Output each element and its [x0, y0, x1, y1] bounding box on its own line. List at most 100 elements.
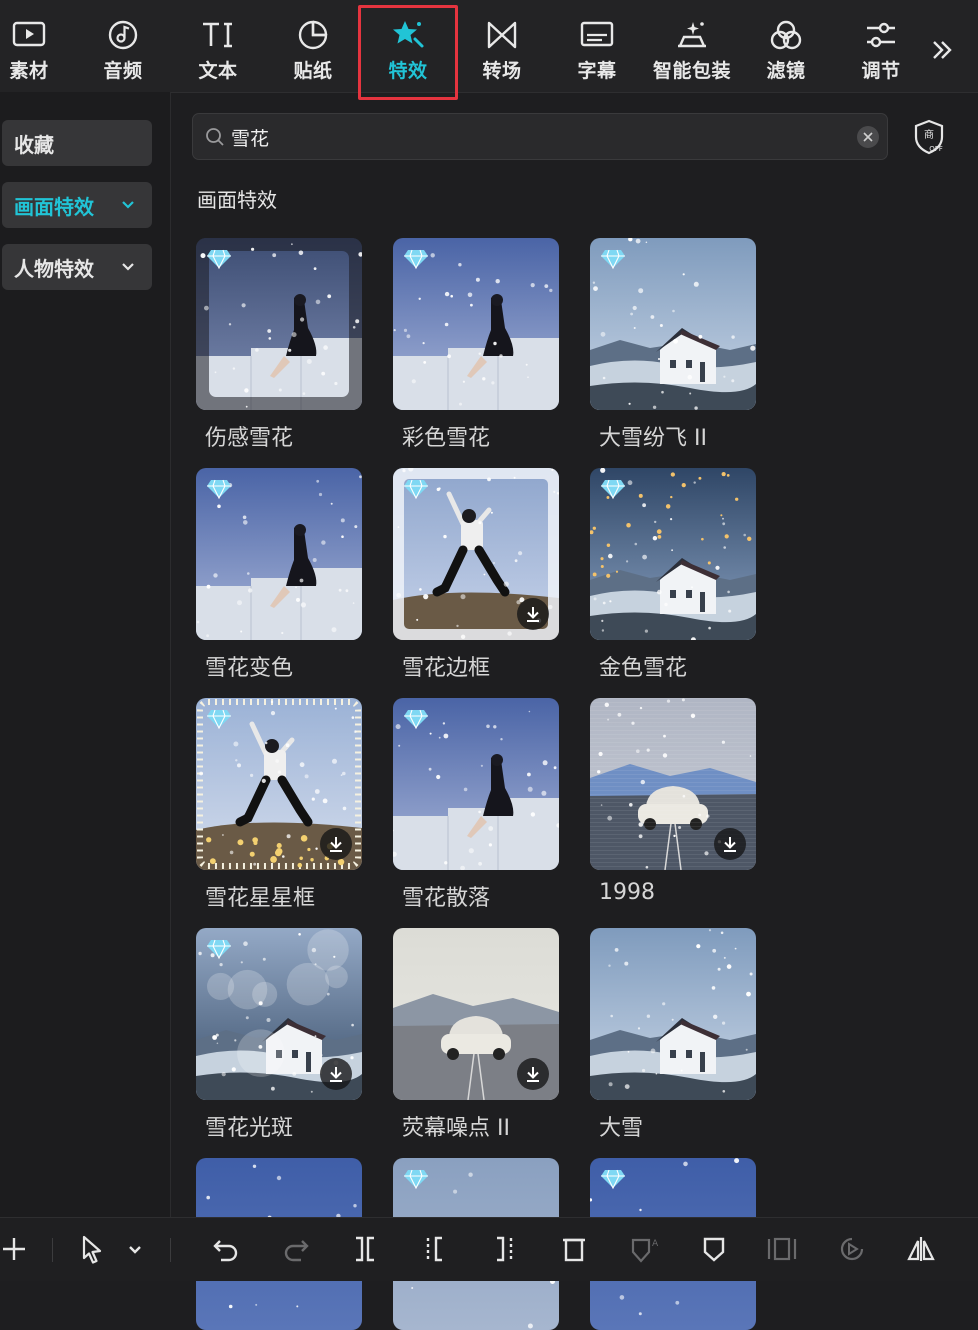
download-button[interactable]	[320, 1058, 352, 1090]
select-tool-button[interactable]	[76, 1232, 108, 1266]
delete-button[interactable]	[558, 1232, 590, 1266]
add-button[interactable]	[0, 1232, 30, 1266]
effect-card[interactable]: 彩色雪花	[393, 238, 559, 452]
audio-icon	[106, 18, 140, 52]
tab-label: 贴纸	[293, 60, 333, 82]
filter-icon	[769, 18, 803, 52]
download-button[interactable]	[320, 828, 352, 860]
media-icon	[12, 18, 46, 52]
effect-label: 荧幕噪点 II	[402, 1116, 510, 1141]
split-button[interactable]	[349, 1232, 381, 1266]
mirror-icon	[907, 1237, 935, 1261]
effect-thumbnail[interactable]	[393, 698, 559, 870]
effect-thumbnail[interactable]	[196, 468, 362, 640]
reverse-play-button[interactable]	[836, 1232, 868, 1266]
effect-card[interactable]: 荧幕噪点 II	[393, 928, 559, 1142]
download-button[interactable]	[517, 1058, 549, 1090]
effect-thumbnail[interactable]	[590, 238, 756, 410]
undo-icon	[213, 1240, 238, 1262]
effect-card[interactable]: 大雪	[590, 928, 756, 1142]
category-sidebar: 收藏 画面特效 人物特效	[0, 92, 171, 1217]
effect-thumbnail[interactable]	[196, 238, 362, 410]
tab-caption[interactable]: 字幕	[550, 0, 644, 92]
premium-diamond-icon	[404, 709, 428, 730]
effect-card[interactable]: 大雪纷飞 II	[590, 238, 756, 452]
effect-thumbnail[interactable]	[590, 698, 756, 870]
effect-card[interactable]: 1998	[590, 698, 756, 905]
tab-smart-package[interactable]: 智能包装	[645, 0, 739, 92]
split-left-button[interactable]	[419, 1232, 451, 1266]
download-icon	[330, 837, 342, 852]
effect-card[interactable]: 雪花星星框	[196, 698, 362, 912]
effect-card[interactable]: 雪花散落	[393, 698, 559, 912]
split-icon	[356, 1236, 374, 1262]
top-toolbar: 素材 音频 文本 贴纸 特效 转场 字幕 智能包装 滤镜 调节	[0, 0, 978, 100]
select-mode-dropdown[interactable]	[120, 1232, 150, 1266]
chevron-down-icon	[122, 263, 134, 271]
effect-card[interactable]: 雪花光斑	[196, 928, 362, 1142]
redo-button[interactable]	[280, 1232, 312, 1266]
premium-diamond-icon	[207, 709, 231, 730]
effect-thumbnail[interactable]	[393, 468, 559, 640]
effect-label: 雪花变色	[205, 656, 294, 681]
sidebar-item-label: 收藏	[14, 132, 54, 157]
sidebar-item-label: 画面特效	[14, 194, 94, 219]
ai-mark-button[interactable]: AI	[628, 1232, 660, 1266]
tab-media[interactable]: 素材	[0, 0, 76, 92]
more-tabs-button[interactable]	[922, 30, 962, 70]
bottom-toolbar: AI	[0, 1217, 978, 1281]
sidebar-item-screen-effects[interactable]: 画面特效	[2, 182, 152, 228]
tab-sticker[interactable]: 贴纸	[266, 0, 360, 92]
effect-card[interactable]: 伤感雪花	[196, 238, 362, 452]
effect-label: 雪花边框	[402, 656, 491, 681]
effect-card[interactable]: 金色雪花	[590, 468, 756, 682]
tab-transition[interactable]: 转场	[455, 0, 549, 92]
tab-filter[interactable]: 滤镜	[739, 0, 833, 92]
play-circle-icon	[840, 1237, 864, 1261]
premium-diamond-icon	[207, 479, 231, 500]
effect-thumbnail[interactable]	[196, 928, 362, 1100]
premium-diamond-icon	[207, 939, 231, 960]
download-icon	[527, 607, 539, 622]
effect-card[interactable]: 雪花边框	[393, 468, 559, 682]
sticker-icon	[296, 18, 330, 52]
tab-text[interactable]: 文本	[171, 0, 265, 92]
commercial-use-toggle[interactable]: 商 OFF	[910, 117, 948, 157]
sidebar-item-favorites[interactable]: 收藏	[2, 120, 152, 166]
effect-card[interactable]: 雪花变色	[196, 468, 362, 682]
svg-text:OFF: OFF	[929, 145, 943, 153]
freeze-frame-button[interactable]	[766, 1232, 798, 1266]
mirror-button[interactable]	[905, 1232, 937, 1266]
premium-diamond-icon	[404, 479, 428, 500]
separator	[170, 1238, 171, 1262]
effect-label: 大雪纷飞 II	[599, 426, 707, 451]
clear-search-button[interactable]	[857, 126, 879, 148]
section-title: 画面特效	[197, 188, 277, 212]
ai-shield-icon: AI	[631, 1238, 659, 1263]
undo-button[interactable]	[210, 1232, 242, 1266]
sidebar-item-people-effects[interactable]: 人物特效	[2, 244, 152, 290]
tab-label: 字幕	[577, 60, 617, 82]
download-button[interactable]	[714, 828, 746, 860]
effect-label: 雪花星星框	[205, 886, 316, 911]
tab-adjust[interactable]: 调节	[834, 0, 928, 92]
tab-label: 文本	[198, 60, 238, 82]
commercial-off-shield-icon: 商 OFF	[914, 119, 944, 155]
add-icon	[3, 1238, 25, 1260]
smart-package-icon	[675, 18, 709, 52]
premium-diamond-icon	[601, 1169, 625, 1190]
effect-thumbnail[interactable]	[590, 468, 756, 640]
sidebar-item-label: 人物特效	[14, 256, 94, 281]
marker-button[interactable]	[698, 1232, 730, 1266]
effect-thumbnail[interactable]	[393, 238, 559, 410]
effect-thumbnail[interactable]	[393, 928, 559, 1100]
effect-thumbnail[interactable]	[590, 928, 756, 1100]
tab-audio[interactable]: 音频	[76, 0, 170, 92]
split-right-button[interactable]	[488, 1232, 520, 1266]
search-input[interactable]	[231, 122, 831, 152]
download-button[interactable]	[517, 598, 549, 630]
search-bar[interactable]	[192, 113, 888, 160]
effect-thumbnail[interactable]	[196, 698, 362, 870]
effect-preview-image	[590, 928, 756, 1100]
download-icon	[724, 837, 736, 852]
